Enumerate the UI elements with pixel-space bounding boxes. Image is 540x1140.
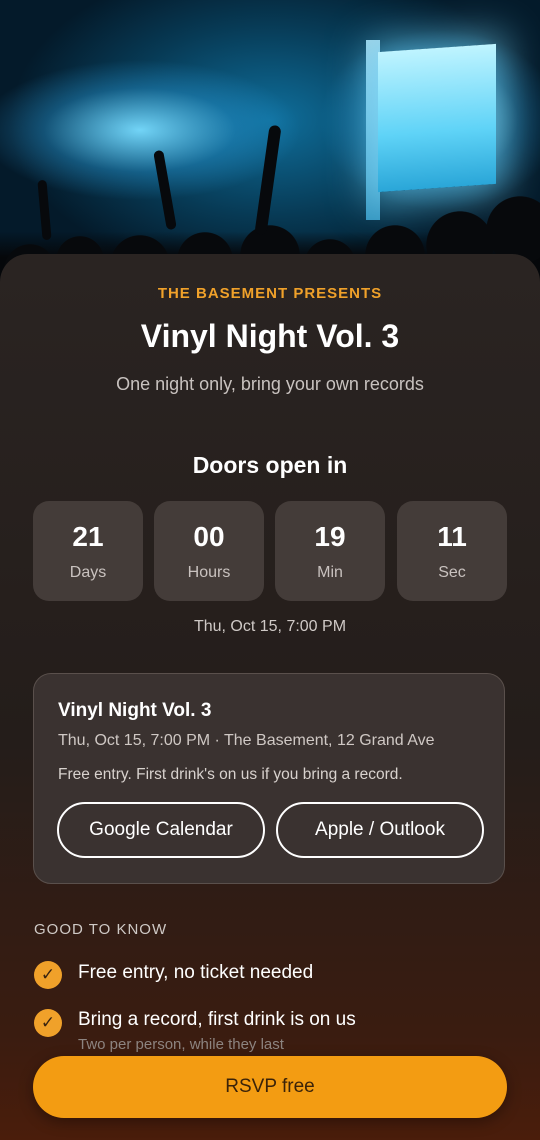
countdown-minutes: 19 Min [275, 501, 385, 601]
check-icon: ✓ [34, 1009, 62, 1037]
countdown-hours: 00 Hours [154, 501, 264, 601]
countdown-seconds: 11 Sec [397, 501, 507, 601]
good-to-know-item: Bring a record, first drink is on us [78, 1009, 356, 1030]
card-title: Vinyl Night Vol. 3 [58, 700, 212, 721]
event-title: Vinyl Night Vol. 3 [140, 318, 400, 354]
apple-outlook-button[interactable]: Apple / Outlook [276, 802, 484, 858]
countdown-value: 19 [314, 521, 346, 552]
event-subtitle: One night only, bring your own records [116, 374, 424, 394]
countdown-days: 21 Days [33, 501, 143, 601]
good-to-know-item-note: Two per person, while they last [78, 1036, 284, 1053]
add-to-calendar-card: Vinyl Night Vol. 3 Thu, Oct 15, 7:00 PM … [33, 673, 505, 884]
countdown-value: 21 [72, 521, 104, 552]
good-to-know-heading: GOOD TO KNOW [34, 921, 168, 938]
countdown-value: 00 [193, 521, 225, 552]
card-date-location: Thu, Oct 15, 7:00 PM · The Basement, 12 … [58, 732, 435, 749]
google-calendar-button[interactable]: Google Calendar [57, 802, 265, 858]
check-icon: ✓ [34, 961, 62, 989]
countdown-label: Min [317, 564, 343, 581]
countdown-heading: Doors open in [192, 452, 348, 478]
presenter-label: THE BASEMENT PRESENTS [157, 285, 383, 302]
card-description: Free entry. First drink's on us if you b… [58, 766, 403, 783]
countdown-label: Hours [187, 564, 231, 581]
countdown-value: 11 [437, 521, 467, 552]
hero-image [0, 0, 540, 290]
countdown-label: Days [69, 564, 107, 581]
good-to-know-item: Free entry, no ticket needed [78, 962, 314, 983]
countdown-timer: 21 Days 00 Hours 19 Min 11 Sec [33, 501, 507, 601]
event-date: Thu, Oct 15, 7:00 PM [193, 618, 347, 635]
countdown-label: Sec [438, 564, 466, 581]
rsvp-button[interactable]: RSVP free [33, 1056, 507, 1118]
